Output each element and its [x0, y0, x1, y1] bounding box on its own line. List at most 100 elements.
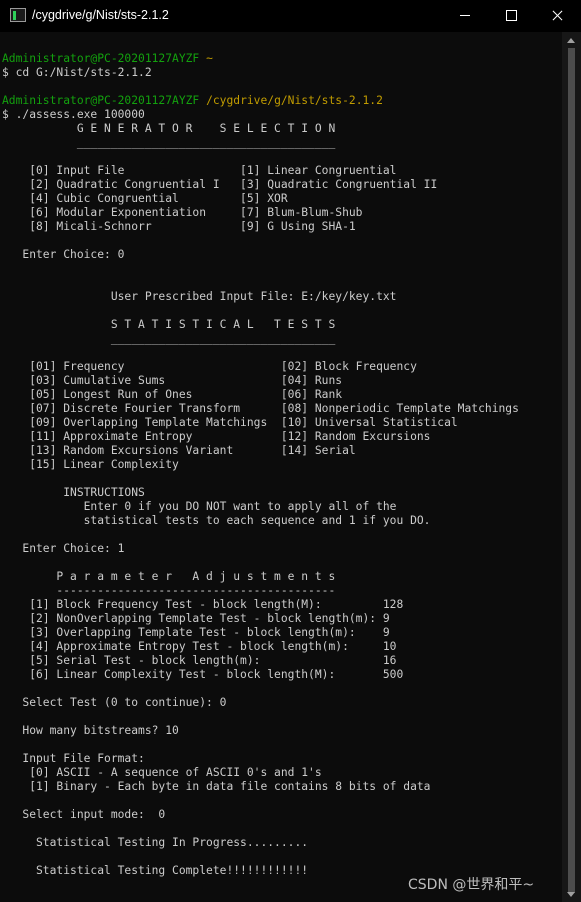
console-text-segment: How many bitstreams? 10 [2, 724, 179, 737]
console-line: P a r a m e t e r A d j u s t m e n t s [2, 570, 560, 584]
console-text-segment: Select input mode: 0 [2, 808, 166, 821]
vertical-scrollbar[interactable] [562, 32, 581, 902]
console-text-segment: [8] Micali-Schnorr [9] G Using SHA-1 [2, 220, 356, 233]
console-line: ______________________________________ [2, 136, 560, 150]
console-line: [1] Binary - Each byte in data file cont… [2, 780, 560, 794]
console-text-segment: Statistical Testing Complete!!!!!!!!!!!! [2, 864, 309, 877]
console-text-segment: [07] Discrete Fourier Transform [08] Non… [2, 402, 519, 415]
console-text-segment: _________________________________ [2, 332, 336, 345]
console-line: Administrator@PC-20201127AYZF ~ [2, 52, 560, 66]
console-text-segment: [3] Overlapping Template Test - block le… [2, 626, 390, 639]
console-text-segment: Enter Choice: 0 [2, 248, 125, 261]
terminal-app-icon[interactable] [10, 8, 26, 22]
console-line: [4] Cubic Congruential [5] XOR [2, 192, 560, 206]
console-text-segment: [2] Quadratic Congruential I [3] Quadrat… [2, 178, 438, 191]
console-text-segment: ----------------------------------------… [2, 584, 336, 597]
title-bar[interactable]: /cygdrive/g/Nist/sts-2.1.2 [0, 0, 581, 32]
console-text-segment: Enter 0 if you DO NOT want to apply all … [2, 500, 397, 513]
console-text: Administrator@PC-20201127AYZF ~ $ cd G:/N… [2, 38, 560, 878]
console-text-segment: [03] Cumulative Sums [04] Runs [2, 374, 343, 387]
console-text-segment: [1] Binary - Each byte in data file cont… [2, 780, 431, 793]
console-text-segment: Select Test (0 to continue): 0 [2, 696, 227, 709]
console-line: [1] Block Frequency Test - block length(… [2, 598, 560, 612]
console-line: [15] Linear Complexity [2, 458, 560, 472]
console-text-segment: [6] Modular Exponentiation [7] Blum-Blum… [2, 206, 363, 219]
console-text-segment: S T A T I S T I C A L T E S T S [2, 318, 336, 331]
console-text-segment: [09] Overlapping Template Matchings [10]… [2, 416, 458, 429]
console-output[interactable]: Administrator@PC-20201127AYZF ~ $ cd G:/N… [2, 38, 560, 898]
console-line: [0] Input File [1] Linear Congruential [2, 164, 560, 178]
console-text-segment: [11] Approximate Entropy [12] Random Exc… [2, 430, 431, 443]
console-line: [13] Random Excursions Variant [14] Seri… [2, 444, 560, 458]
console-line: Enter Choice: 1 [2, 542, 560, 556]
console-line: Select input mode: 0 [2, 808, 560, 822]
console-text-segment: [4] Cubic Congruential [5] XOR [2, 192, 288, 205]
watermark: CSDN @世界和平~ [408, 877, 535, 893]
scrollbar-thumb[interactable] [568, 48, 575, 893]
console-text-segment: [05] Longest Run of Ones [06] Rank [2, 388, 343, 401]
console-line: Select Test (0 to continue): 0 [2, 696, 560, 710]
console-text-segment: [0] ASCII - A sequence of ASCII 0's and … [2, 766, 322, 779]
console-line: S T A T I S T I C A L T E S T S [2, 318, 560, 332]
console-text-segment: /cygdrive/g/Nist/sts-2.1.2 [206, 94, 383, 107]
console-line: [01] Frequency [02] Block Frequency [2, 360, 560, 374]
console-text-segment: INSTRUCTIONS [2, 486, 145, 499]
console-text-segment: [2] NonOverlapping Template Test - block… [2, 612, 390, 625]
console-line: G E N E R A T O R S E L E C T I O N [2, 122, 560, 136]
console-line: [6] Modular Exponentiation [7] Blum-Blum… [2, 206, 560, 220]
console-text-segment: Statistical Testing In Progress......... [2, 836, 309, 849]
console-line: [09] Overlapping Template Matchings [10]… [2, 416, 560, 430]
console-line: How many bitstreams? 10 [2, 724, 560, 738]
console-line: _________________________________ [2, 332, 560, 346]
console-line: [6] Linear Complexity Test - block lengt… [2, 668, 560, 682]
console-text-segment: ______________________________________ [2, 136, 336, 149]
console-text-segment: [01] Frequency [02] Block Frequency [2, 360, 417, 373]
window-title: /cygdrive/g/Nist/sts-2.1.2 [32, 8, 169, 22]
scroll-down-arrow-icon[interactable] [567, 892, 575, 897]
console-line: $ ./assess.exe 100000 [2, 108, 560, 122]
console-line: $ cd G:/Nist/sts-2.1.2 [2, 66, 560, 80]
minimize-button[interactable] [447, 0, 483, 32]
console-text-segment: [13] Random Excursions Variant [14] Seri… [2, 444, 356, 457]
console-text-segment: Administrator@PC-20201127AYZF [2, 94, 200, 107]
console-text-segment: Input File Format: [2, 752, 145, 765]
console-line: Input File Format: [2, 752, 560, 766]
console-text-segment: Administrator@PC-20201127AYZF [2, 52, 200, 65]
console-line: ----------------------------------------… [2, 584, 560, 598]
console-line: [3] Overlapping Template Test - block le… [2, 626, 560, 640]
console-text-segment: [5] Serial Test - block length(m): 16 [2, 654, 397, 667]
console-line: User Prescribed Input File: E:/key/key.t… [2, 290, 560, 304]
maximize-button[interactable] [493, 0, 529, 32]
console-text-segment: ~ [206, 52, 213, 65]
scroll-up-arrow-icon[interactable] [567, 38, 575, 43]
close-button[interactable] [539, 0, 575, 32]
console-text-segment: [1] Block Frequency Test - block length(… [2, 598, 404, 611]
console-text-segment: $ ./assess.exe 100000 [2, 108, 145, 121]
console-line: Administrator@PC-20201127AYZF /cygdrive/… [2, 94, 560, 108]
console-line: [0] ASCII - A sequence of ASCII 0's and … [2, 766, 560, 780]
console-text-segment: User Prescribed Input File: E:/key/key.t… [2, 290, 397, 303]
console-text-segment: [15] Linear Complexity [2, 458, 179, 471]
console-line: statistical tests to each sequence and 1… [2, 514, 560, 528]
console-line: [03] Cumulative Sums [04] Runs [2, 374, 560, 388]
console-line: Enter Choice: 0 [2, 248, 560, 262]
console-text-segment: statistical tests to each sequence and 1… [2, 514, 431, 527]
console-line: [2] Quadratic Congruential I [3] Quadrat… [2, 178, 560, 192]
console-text-segment: [6] Linear Complexity Test - block lengt… [2, 668, 404, 681]
console-text-segment: G E N E R A T O R S E L E C T I O N [2, 122, 336, 135]
console-line: [4] Approximate Entropy Test - block len… [2, 640, 560, 654]
